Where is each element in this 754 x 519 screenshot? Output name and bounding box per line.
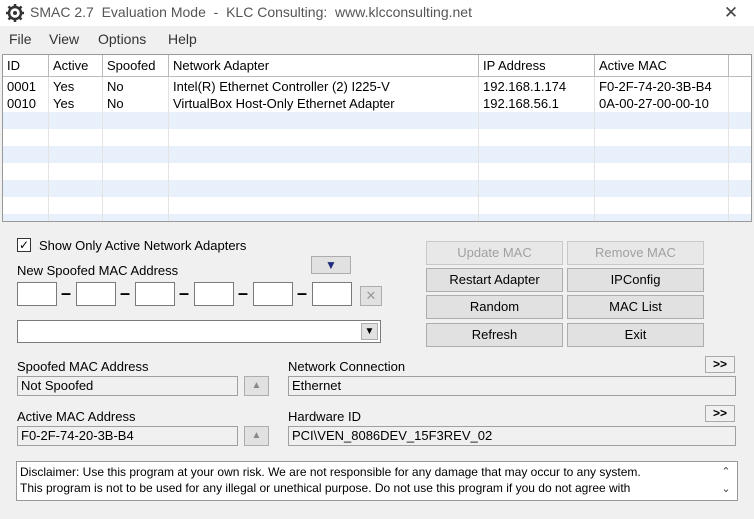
copy-up-icon[interactable]: ▲ (244, 426, 269, 446)
show-only-active-label: Show Only Active Network Adapters (39, 238, 247, 253)
disclaimer-line-2: This program is not to be used for any i… (20, 481, 631, 495)
scroll-up-icon[interactable]: ⌃ (719, 465, 733, 479)
column-divider (594, 77, 595, 221)
mac-list-button[interactable]: MAC List (567, 295, 704, 319)
menu-view[interactable]: View (49, 31, 79, 47)
disclaimer-box[interactable]: Disclaimer: Use this program at your own… (16, 461, 738, 501)
active-mac-field: F0-2F-74-20-3B-B4 (17, 426, 238, 446)
spoofed-mac-field: Not Spoofed (17, 376, 238, 396)
scroll-down-icon[interactable]: ⌄ (719, 482, 733, 496)
mac-separator: – (120, 283, 131, 303)
show-only-active-checkbox[interactable]: ✓ (17, 238, 31, 252)
mac-separator: – (61, 283, 72, 303)
empty-row-stripe (3, 214, 751, 221)
column-divider (728, 77, 729, 221)
column-divider (168, 77, 169, 221)
cell-active: Yes (53, 96, 75, 111)
column-header-spoofed[interactable]: Spoofed (103, 55, 169, 77)
network-connection-field: Ethernet (288, 376, 736, 396)
menu-help[interactable]: Help (168, 31, 197, 47)
refresh-button[interactable]: Refresh (426, 323, 563, 347)
mac-separator: – (238, 283, 249, 303)
column-header-network-adapter[interactable]: Network Adapter (169, 55, 479, 77)
app-gear-icon (6, 4, 24, 22)
column-header-ip-address[interactable]: IP Address (479, 55, 595, 77)
menu-bar: File View Options Help (0, 28, 754, 52)
network-connection-expand-button[interactable]: >> (705, 356, 735, 373)
cell-spoofed: No (107, 96, 124, 111)
empty-row-stripe (3, 146, 751, 163)
mac-separator: – (179, 283, 190, 303)
cell-network-adapter: Intel(R) Ethernet Controller (2) I225-V (173, 79, 390, 94)
hardware-id-expand-button[interactable]: >> (705, 405, 735, 422)
random-button[interactable]: Random (426, 295, 563, 319)
column-header-active-mac[interactable]: Active MAC (595, 55, 729, 77)
update-mac-button[interactable]: Update MAC (426, 241, 563, 265)
mac-octet-3-input[interactable] (135, 282, 175, 306)
cell-ip-address: 192.168.56.1 (483, 96, 559, 111)
column-divider (478, 77, 479, 221)
column-header-id[interactable]: ID (3, 55, 49, 77)
chevron-down-icon[interactable]: ▼ (361, 323, 378, 340)
mac-separator: – (297, 283, 308, 303)
spoofed-mac-label: Spoofed MAC Address (17, 359, 149, 374)
empty-row (3, 197, 751, 214)
mac-octet-1-input[interactable] (17, 282, 57, 306)
cell-active: Yes (53, 79, 75, 94)
title-bar: SMAC 2.7 Evaluation Mode - KLC Consultin… (0, 0, 754, 26)
active-mac-label: Active MAC Address (17, 409, 136, 424)
cell-network-adapter: VirtualBox Host-Only Ethernet Adapter (173, 96, 395, 111)
clear-mac-icon[interactable]: ✕ (360, 286, 382, 306)
column-divider (48, 77, 49, 221)
mac-octet-5-input[interactable] (253, 282, 293, 306)
hardware-id-label: Hardware ID (288, 409, 361, 424)
empty-row (3, 163, 751, 180)
table-row[interactable]: 0010 Yes No VirtualBox Host-Only Etherne… (3, 95, 751, 112)
mac-select-dropdown[interactable]: ▼ (17, 320, 381, 343)
column-divider (102, 77, 103, 221)
hardware-id-field: PCI\VEN_8086DEV_15F3REV_02 (288, 426, 736, 446)
empty-row-stripe (3, 180, 751, 197)
cell-ip-address: 192.168.1.174 (483, 79, 567, 94)
column-header-filler (729, 55, 751, 77)
cell-active-mac: 0A-00-27-00-00-10 (599, 96, 709, 111)
close-icon[interactable]: ✕ (718, 2, 744, 24)
cell-active-mac: F0-2F-74-20-3B-B4 (599, 79, 712, 94)
adapter-table[interactable]: ID Active Spoofed Network Adapter IP Add… (2, 54, 752, 222)
mac-preset-dropdown-button[interactable]: ▼ (311, 256, 351, 274)
table-row[interactable]: 0001 Yes No Intel(R) Ethernet Controller… (3, 78, 751, 95)
mac-octet-6-input[interactable] (312, 282, 352, 306)
restart-adapter-button[interactable]: Restart Adapter (426, 268, 563, 292)
copy-up-icon[interactable]: ▲ (244, 376, 269, 396)
window-title: SMAC 2.7 Evaluation Mode - KLC Consultin… (30, 4, 472, 20)
cell-id: 0010 (7, 96, 36, 111)
new-mac-label: New Spoofed MAC Address (17, 263, 179, 278)
cell-spoofed: No (107, 79, 124, 94)
remove-mac-button[interactable]: Remove MAC (567, 241, 704, 265)
mac-octet-4-input[interactable] (194, 282, 234, 306)
disclaimer-line-1: Disclaimer: Use this program at your own… (20, 465, 641, 479)
mac-octet-2-input[interactable] (76, 282, 116, 306)
cell-id: 0001 (7, 79, 36, 94)
column-header-active[interactable]: Active (49, 55, 103, 77)
exit-button[interactable]: Exit (567, 323, 704, 347)
menu-file[interactable]: File (9, 31, 32, 47)
empty-row (3, 129, 751, 146)
ipconfig-button[interactable]: IPConfig (567, 268, 704, 292)
network-connection-label: Network Connection (288, 359, 406, 374)
empty-row-stripe (3, 112, 751, 129)
menu-options[interactable]: Options (98, 31, 146, 47)
